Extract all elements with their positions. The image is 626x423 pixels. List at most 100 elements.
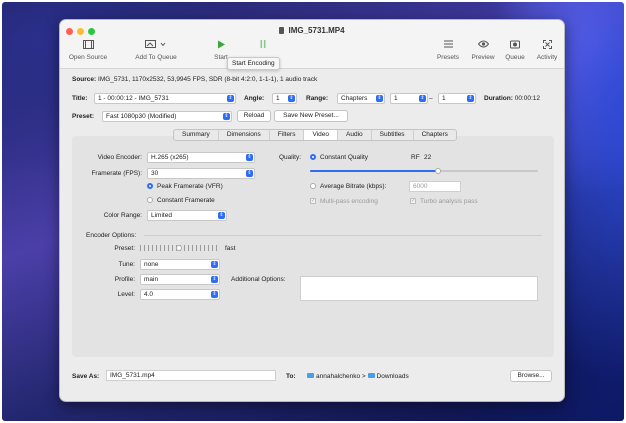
preset-select-value: Fast 1080p30 (Modified) xyxy=(106,113,177,120)
encoder-preset-slider-knob[interactable] xyxy=(176,245,182,251)
encoder-preset-label: Preset: xyxy=(114,245,135,252)
destination-label: To: xyxy=(286,373,296,380)
activity-button[interactable]: Activity xyxy=(530,40,564,61)
tab-subtitles[interactable]: Subtitles xyxy=(372,130,414,140)
preview-button[interactable]: Preview xyxy=(466,40,500,61)
save-as-field[interactable]: IMG_5731.mp4 xyxy=(106,370,276,381)
framerate-label: Framerate (FPS): xyxy=(91,170,142,177)
tab-audio[interactable]: Audio xyxy=(338,130,372,140)
chevron-updown-icon: ⇕ xyxy=(419,95,426,102)
constant-framerate-label: Constant Framerate xyxy=(157,197,215,204)
tune-select[interactable]: none ⇕ xyxy=(140,259,220,270)
play-icon xyxy=(206,40,236,50)
color-range-label: Color Range: xyxy=(103,212,142,219)
quality-slider-knob[interactable] xyxy=(434,168,441,174)
range-end-value: 1 xyxy=(442,95,446,102)
constant-quality-radio[interactable] xyxy=(310,154,316,160)
angle-select[interactable]: 1 ⇕ xyxy=(272,93,297,104)
tab-chapters[interactable]: Chapters xyxy=(414,130,456,140)
preset-select[interactable]: Fast 1080p30 (Modified) ⇕ xyxy=(102,111,232,122)
preset-label: Preset: xyxy=(72,113,95,120)
level-select[interactable]: 4.0 ⇕ xyxy=(140,289,220,300)
range-type-value: Chapters xyxy=(341,95,368,102)
source-row: Source: IMG_5731, 1170x2532, 53,9945 FPS… xyxy=(72,76,317,83)
chevron-updown-icon: ⇕ xyxy=(211,276,218,283)
save-new-preset-button[interactable]: Save New Preset... xyxy=(274,110,348,122)
framerate-select[interactable]: 30 ⇕ xyxy=(147,168,255,179)
preview-label: Preview xyxy=(471,54,495,61)
angle-select-value: 1 xyxy=(276,95,280,102)
eye-icon xyxy=(466,40,500,50)
folder-icon xyxy=(307,373,314,378)
activity-icon xyxy=(530,40,564,50)
source-label: Source: xyxy=(72,76,97,83)
title-select[interactable]: 1 - 00:00:12 - IMG_5731 ⇕ xyxy=(94,93,236,104)
chevron-updown-icon: ⇕ xyxy=(218,212,225,219)
quality-slider-fill xyxy=(310,170,438,172)
start-encoding-tooltip: Start Encoding xyxy=(227,57,280,70)
chevron-updown-icon: ⇕ xyxy=(288,95,295,102)
range-separator: – xyxy=(429,95,433,102)
document-icon xyxy=(279,27,285,34)
chevron-updown-icon: ⇕ xyxy=(211,261,218,268)
folder-icon xyxy=(367,373,375,378)
pause-button[interactable] xyxy=(256,40,270,54)
destination-path[interactable]: annahalchenko > Downloads xyxy=(307,373,409,380)
multipass-label: Multi-pass encoding xyxy=(320,198,378,205)
browse-button[interactable]: Browse... xyxy=(510,370,552,382)
encoder-preset-value: fast xyxy=(225,245,236,252)
peak-framerate-radio[interactable] xyxy=(147,183,153,189)
range-start-value: 1 xyxy=(394,95,398,102)
encoder-options-heading: Encoder Options: xyxy=(86,232,137,239)
start-label: Start xyxy=(214,54,228,61)
additional-options-label: Additional Options: xyxy=(231,276,286,283)
reload-button[interactable]: Reload xyxy=(237,110,271,122)
profile-label: Profile: xyxy=(114,276,135,283)
chevron-updown-icon: ⇕ xyxy=(227,95,234,102)
turbo-label: Turbo analysis pass xyxy=(420,198,478,205)
range-end-select[interactable]: 1 ⇕ xyxy=(438,93,476,104)
path-user: annahalchenko xyxy=(316,373,361,380)
average-bitrate-radio[interactable] xyxy=(310,183,316,189)
film-icon xyxy=(64,40,112,50)
presets-button[interactable]: Presets xyxy=(431,40,465,61)
chevron-updown-icon: ⇕ xyxy=(246,154,253,161)
chevron-updown-icon: ⇕ xyxy=(467,95,474,102)
add-to-queue-button[interactable]: Add To Queue xyxy=(126,40,186,61)
window-title-text: IMG_5731.MP4 xyxy=(288,26,345,35)
turbo-checkbox[interactable]: ✓ xyxy=(410,198,416,204)
tab-filters[interactable]: Filters xyxy=(270,130,305,140)
range-type-select[interactable]: Chapters ⇕ xyxy=(337,93,385,104)
tab-summary[interactable]: Summary xyxy=(174,130,219,140)
chevron-updown-icon: ⇕ xyxy=(246,170,253,177)
list-icon xyxy=(431,40,465,50)
queue-icon xyxy=(500,40,530,50)
queue-label: Queue xyxy=(505,54,525,61)
level-label: Level: xyxy=(117,291,135,298)
angle-label: Angle: xyxy=(244,95,265,102)
open-source-label: Open Source xyxy=(68,54,108,61)
video-encoder-select[interactable]: H.265 (x265) ⇕ xyxy=(147,152,255,163)
add-to-queue-label: Add To Queue xyxy=(135,54,177,61)
range-start-select[interactable]: 1 ⇕ xyxy=(390,93,428,104)
chevron-updown-icon: ⇕ xyxy=(376,95,383,102)
bitrate-field[interactable]: 6000 xyxy=(409,181,461,192)
activity-label: Activity xyxy=(536,54,558,61)
title-bar: IMG_5731.MP4 Open Source Add To Queue St… xyxy=(60,20,564,69)
video-encoder-label: Video Encoder: xyxy=(97,154,142,161)
duration-value: 00:00:12 xyxy=(514,95,541,102)
additional-options-textarea[interactable] xyxy=(300,276,538,301)
add-photo-icon xyxy=(126,40,186,50)
tab-video[interactable]: Video xyxy=(304,130,338,140)
color-range-select[interactable]: Limited ⇕ xyxy=(147,210,227,221)
presets-label: Presets xyxy=(436,54,460,61)
duration-label: Duration: xyxy=(484,95,513,102)
tune-value: none xyxy=(144,261,159,268)
chevron-updown-icon: ⇕ xyxy=(223,113,230,120)
constant-framerate-radio[interactable] xyxy=(147,197,153,203)
tab-dimensions[interactable]: Dimensions xyxy=(219,130,270,140)
multipass-checkbox[interactable]: ✓ xyxy=(310,198,316,204)
queue-button[interactable]: Queue xyxy=(500,40,530,61)
open-source-button[interactable]: Open Source xyxy=(64,40,112,61)
profile-select[interactable]: main ⇕ xyxy=(140,274,220,285)
